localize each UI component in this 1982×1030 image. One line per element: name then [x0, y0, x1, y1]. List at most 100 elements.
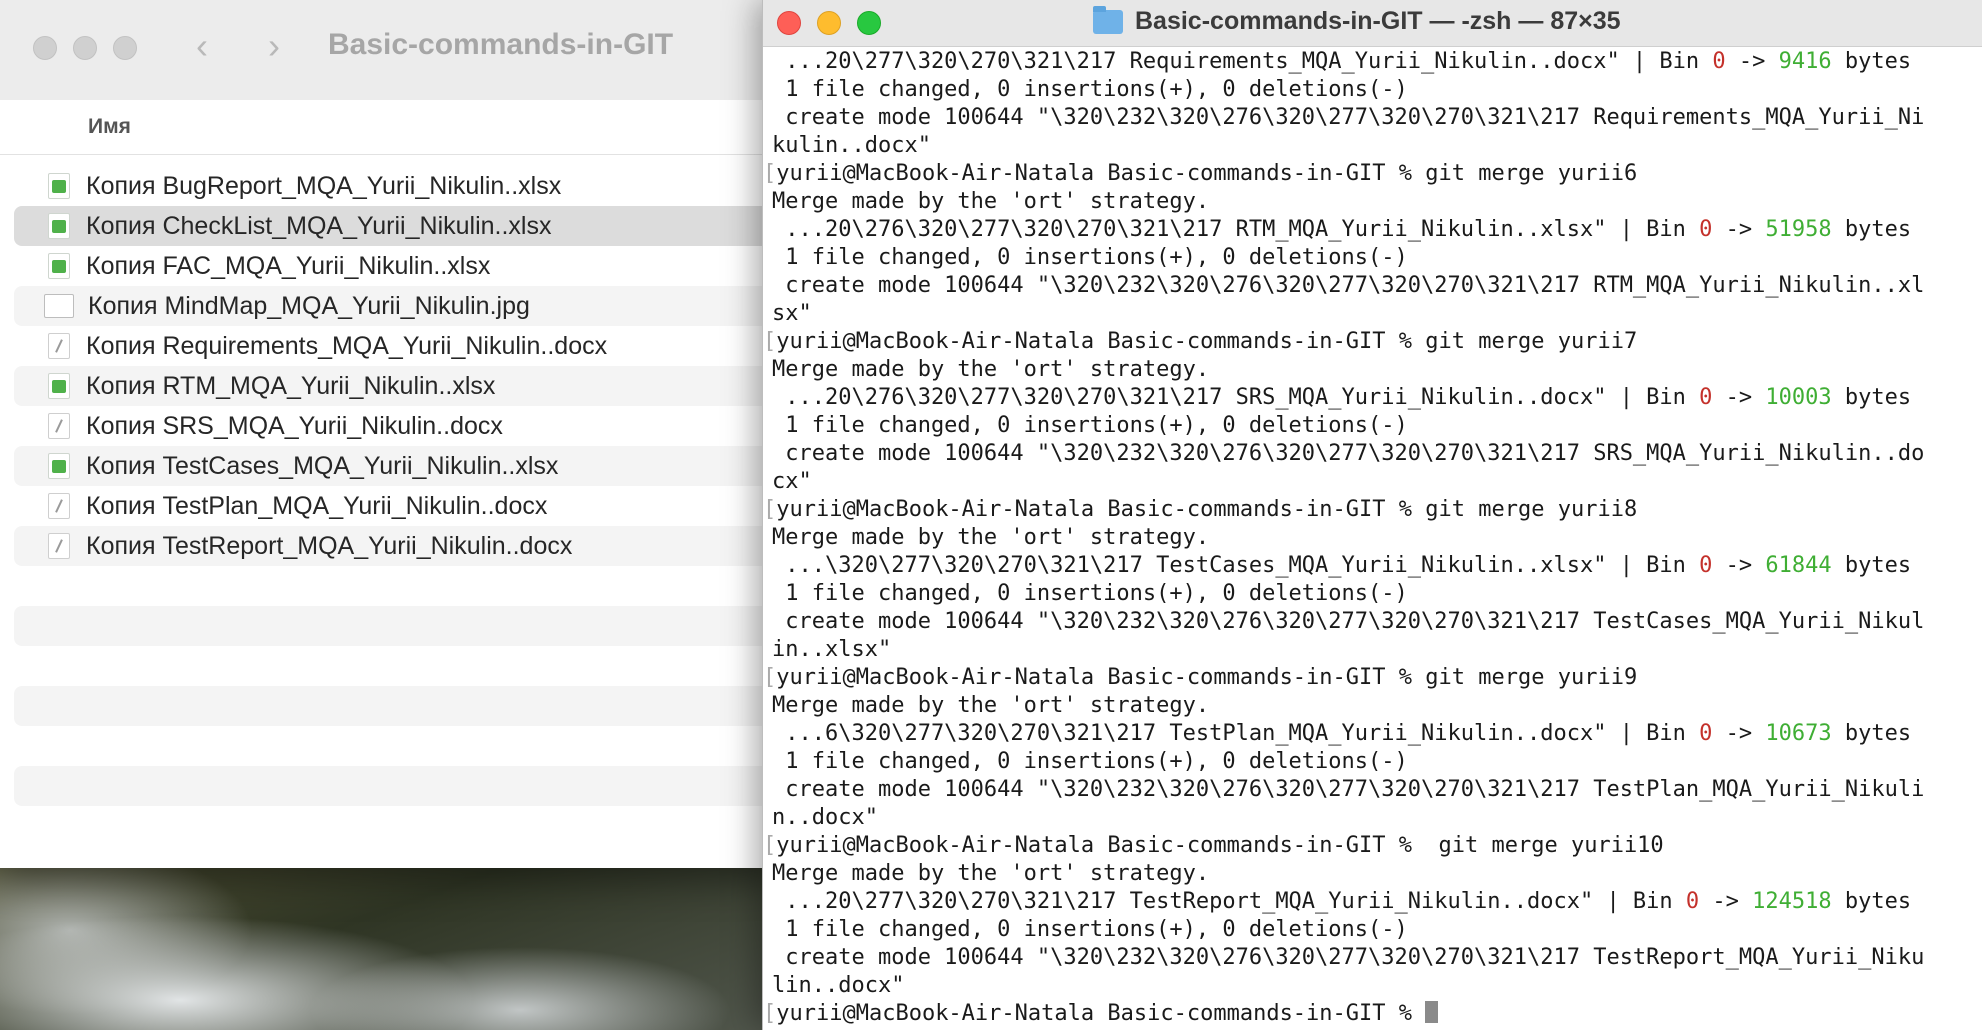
output-text: Merge made by the 'ort' strategy.: [772, 861, 1210, 886]
diffstat-unit: bytes: [1831, 553, 1912, 578]
diffstat-text: ...20\277\320\270\321\217 Requirements_M…: [772, 49, 1713, 74]
prompt-mark-icon: [: [763, 1001, 777, 1026]
diffstat-unit: bytes: [1831, 49, 1912, 74]
folder-icon: [1093, 5, 1123, 34]
column-header-name[interactable]: Имя: [0, 100, 780, 155]
old-size: 0: [1699, 217, 1713, 242]
output-text: kulin..docx": [772, 133, 931, 158]
finder-title: Basic-commands-in-GIT: [328, 28, 674, 61]
terminal-line: Merge made by the 'ort' strategy.: [772, 524, 1982, 552]
terminal-line: sx": [772, 300, 1982, 328]
close-button[interactable]: [33, 36, 57, 60]
terminal-line: 1 file changed, 0 insertions(+), 0 delet…: [772, 244, 1982, 272]
terminal-line: Merge made by the 'ort' strategy.: [772, 860, 1982, 888]
terminal-line: create mode 100644 "\320\232\320\276\320…: [772, 272, 1982, 300]
old-size: 0: [1685, 889, 1700, 914]
output-text: in..xlsx": [772, 637, 892, 662]
close-button[interactable]: [777, 11, 801, 35]
xlsx-icon: [48, 253, 70, 279]
xlsx-icon: [48, 213, 70, 239]
terminal-line: 1 file changed, 0 insertions(+), 0 delet…: [772, 412, 1982, 440]
terminal-line: create mode 100644 "\320\232\320\276\320…: [772, 104, 1982, 132]
diffstat-arrow: ->: [1712, 553, 1766, 578]
output-text: Merge made by the 'ort' strategy.: [772, 357, 1210, 382]
output-text: 1 file changed, 0 insertions(+), 0 delet…: [772, 245, 1408, 270]
terminal-window[interactable]: Basic-commands-in-GIT — -zsh — 87×35 ...…: [762, 0, 1982, 1030]
file-name: Копия BugReport_MQA_Yurii_Nikulin..xlsx: [86, 171, 562, 200]
terminal-line: ...20\277\320\270\321\217 TestReport_MQA…: [772, 888, 1982, 916]
terminal-line: Merge made by the 'ort' strategy.: [772, 356, 1982, 384]
file-row[interactable]: Копия FAC_MQA_Yurii_Nikulin..xlsx: [14, 246, 780, 286]
file-name: Копия TestPlan_MQA_Yurii_Nikulin..docx: [86, 491, 548, 520]
terminal-line: cx": [772, 468, 1982, 496]
file-row[interactable]: Копия CheckList_MQA_Yurii_Nikulin..xlsx: [14, 206, 780, 246]
old-size: 0: [1699, 385, 1713, 410]
file-row[interactable]: Копия TestCases_MQA_Yurii_Nikulin..xlsx: [14, 446, 780, 486]
file-row[interactable]: Копия TestReport_MQA_Yurii_Nikulin..docx: [14, 526, 780, 566]
output-text: create mode 100644 "\320\232\320\276\320…: [772, 777, 1925, 802]
zoom-button[interactable]: [113, 36, 137, 60]
diffstat-unit: bytes: [1831, 721, 1912, 746]
output-text: create mode 100644 "\320\232\320\276\320…: [772, 105, 1925, 130]
terminal-line: ...20\277\320\270\321\217 Requirements_M…: [772, 48, 1982, 76]
output-text: create mode 100644 "\320\232\320\276\320…: [772, 945, 1925, 970]
diffstat-unit: bytes: [1831, 385, 1912, 410]
back-arrow-icon[interactable]: ‹: [196, 26, 208, 66]
file-row[interactable]: Копия RTM_MQA_Yurii_Nikulin..xlsx: [14, 366, 780, 406]
prompt-command: yurii@MacBook-Air-Natala Basic-commands-…: [776, 833, 1664, 858]
terminal-output[interactable]: ...20\277\320\270\321\217 Requirements_M…: [763, 48, 1982, 1028]
terminal-line: create mode 100644 "\320\232\320\276\320…: [772, 776, 1982, 804]
diffstat-arrow: ->: [1712, 385, 1766, 410]
empty-stripes: [14, 606, 780, 846]
output-text: create mode 100644 "\320\232\320\276\320…: [772, 609, 1925, 634]
prompt-mark-icon: [: [763, 497, 777, 522]
file-name: Копия FAC_MQA_Yurii_Nikulin..xlsx: [86, 251, 491, 280]
docx-icon: [48, 333, 70, 359]
new-size: 51958: [1765, 217, 1832, 242]
file-name: Копия MindMap_MQA_Yurii_Nikulin.jpg: [88, 291, 530, 320]
file-name: Копия Requirements_MQA_Yurii_Nikulin..do…: [86, 331, 608, 360]
terminal-line: ...20\276\320\277\320\270\321\217 SRS_MQ…: [772, 384, 1982, 412]
file-row[interactable]: Копия TestPlan_MQA_Yurii_Nikulin..docx: [14, 486, 780, 526]
terminal-line: Merge made by the 'ort' strategy.: [772, 692, 1982, 720]
xlsx-icon: [48, 373, 70, 399]
terminal-line: lin..docx": [772, 972, 1982, 1000]
minimize-button[interactable]: [73, 36, 97, 60]
terminal-title: Basic-commands-in-GIT — -zsh — 87×35: [1093, 5, 1621, 36]
terminal-line: n..docx": [772, 804, 1982, 832]
output-text: lin..docx": [772, 973, 905, 998]
diffstat-text: ...\320\277\320\270\321\217 TestCases_MQ…: [772, 553, 1700, 578]
terminal-line: [yurii@MacBook-Air-Natala Basic-commands…: [763, 328, 1982, 356]
diffstat-text: ...6\320\277\320\270\321\217 TestPlan_MQ…: [772, 721, 1700, 746]
file-row[interactable]: Копия SRS_MQA_Yurii_Nikulin..docx: [14, 406, 780, 446]
output-text: 1 file changed, 0 insertions(+), 0 delet…: [772, 413, 1408, 438]
zoom-button[interactable]: [857, 11, 881, 35]
output-text: 1 file changed, 0 insertions(+), 0 delet…: [772, 749, 1408, 774]
file-name: Копия CheckList_MQA_Yurii_Nikulin..xlsx: [86, 211, 552, 240]
docx-icon: [48, 533, 70, 559]
new-size: 124518: [1752, 889, 1832, 914]
prompt-mark-icon: [: [763, 329, 777, 354]
file-row[interactable]: Копия Requirements_MQA_Yurii_Nikulin..do…: [14, 326, 780, 366]
minimize-button[interactable]: [817, 11, 841, 35]
terminal-line: [yurii@MacBook-Air-Natala Basic-commands…: [763, 160, 1982, 188]
terminal-line: 1 file changed, 0 insertions(+), 0 delet…: [772, 580, 1982, 608]
prompt-command: yurii@MacBook-Air-Natala Basic-commands-…: [776, 161, 1638, 186]
diffstat-unit: bytes: [1831, 889, 1912, 914]
terminal-line: ...\320\277\320\270\321\217 TestCases_MQ…: [772, 552, 1982, 580]
old-size: 0: [1699, 553, 1713, 578]
terminal-line: 1 file changed, 0 insertions(+), 0 delet…: [772, 748, 1982, 776]
terminal-line: 1 file changed, 0 insertions(+), 0 delet…: [772, 76, 1982, 104]
prompt-command: yurii@MacBook-Air-Natala Basic-commands-…: [776, 497, 1638, 522]
terminal-line: create mode 100644 "\320\232\320\276\320…: [772, 944, 1982, 972]
file-row[interactable]: Копия MindMap_MQA_Yurii_Nikulin.jpg: [14, 286, 780, 326]
diffstat-text: ...20\276\320\277\320\270\321\217 SRS_MQ…: [772, 385, 1700, 410]
terminal-line: 1 file changed, 0 insertions(+), 0 delet…: [772, 916, 1982, 944]
file-row[interactable]: Копия BugReport_MQA_Yurii_Nikulin..xlsx: [14, 166, 780, 206]
diffstat-arrow: ->: [1699, 889, 1753, 914]
forward-arrow-icon[interactable]: ›: [268, 26, 280, 66]
output-text: cx": [772, 469, 812, 494]
new-size: 10673: [1765, 721, 1832, 746]
terminal-line: ...6\320\277\320\270\321\217 TestPlan_MQ…: [772, 720, 1982, 748]
terminal-line: create mode 100644 "\320\232\320\276\320…: [772, 440, 1982, 468]
